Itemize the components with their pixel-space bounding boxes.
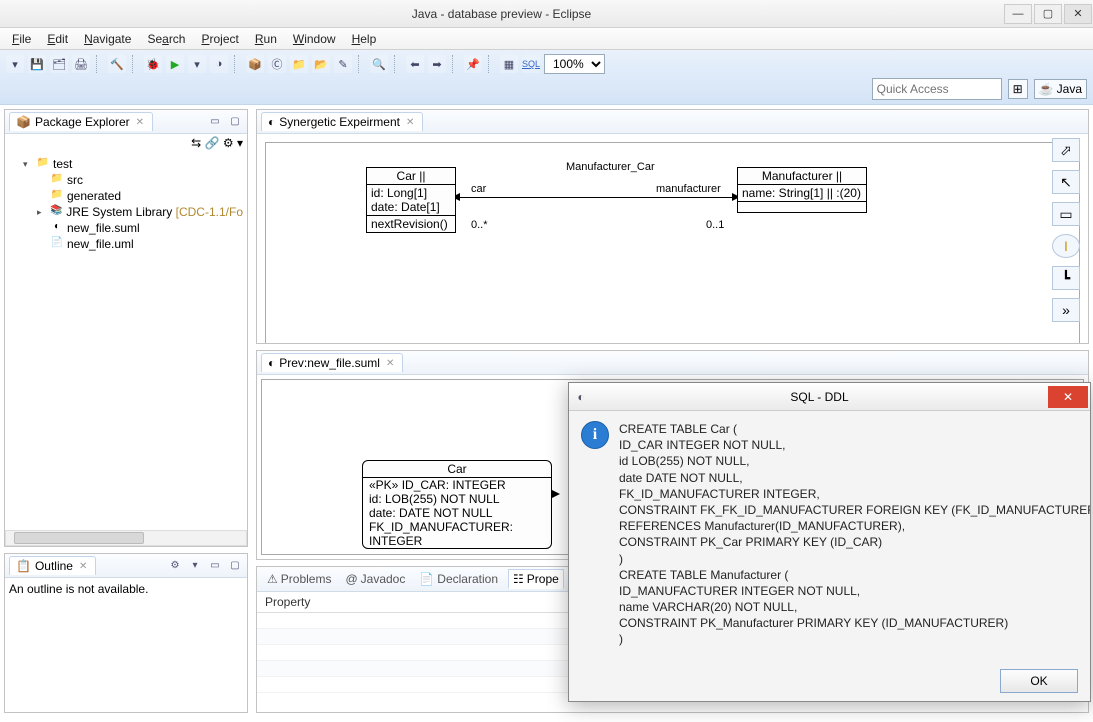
close-button[interactable]: ✕ — [1064, 4, 1092, 24]
newfolder-icon[interactable]: 📁 — [290, 55, 308, 73]
mult-left: 0..* — [471, 219, 488, 231]
minimize-button[interactable]: — — [1004, 4, 1032, 24]
outline-gear-icon[interactable]: ⚙ — [167, 559, 183, 573]
zoom-select[interactable]: 100% — [544, 54, 605, 74]
tree-item[interactable]: new_file.suml — [67, 221, 140, 235]
mult-right: 0..1 — [706, 219, 724, 231]
menu-file[interactable]: File — [6, 30, 37, 48]
library-icon: 📚 — [50, 205, 64, 219]
editor-tab-preview[interactable]: ◐ Prev:new_file.suml ✕ — [261, 353, 403, 372]
nav-back-icon[interactable]: ⬅ — [406, 55, 424, 73]
view-menu-icon[interactable]: ▾ — [237, 136, 243, 150]
save-icon[interactable]: 💾 — [28, 55, 46, 73]
pin-icon[interactable]: 📌 — [464, 55, 482, 73]
menubar: File Edit Navigate Search Project Run Wi… — [0, 28, 1093, 50]
minimize-view-icon[interactable]: ▭ — [207, 559, 223, 573]
palette-class-icon[interactable]: ▭ — [1052, 202, 1080, 226]
folder-icon: 📁 — [50, 189, 64, 203]
tree-item[interactable]: src — [67, 173, 83, 187]
search-icon[interactable]: 🔍 — [370, 55, 388, 73]
ok-button[interactable]: OK — [1000, 669, 1078, 693]
close-icon[interactable]: ✕ — [404, 117, 416, 128]
menu-window[interactable]: Window — [287, 30, 342, 48]
maximize-button[interactable]: ▢ — [1034, 4, 1062, 24]
print-icon[interactable]: 🖨 — [72, 55, 90, 73]
toolbar-band: ▾ 💾 🗂 🖨 🔨 🐞 ▶ ▾ ◑ 📦 Ⓒ 📁 📂 ✎ 🔍 ⬅ ➡ 📌 ▦ SQ… — [0, 50, 1093, 105]
palette-info-icon[interactable]: I — [1052, 234, 1080, 258]
menu-run[interactable]: Run — [249, 30, 283, 48]
dialog-title: SQL - DDL — [593, 390, 1046, 404]
palette-link-icon[interactable]: ┗ — [1052, 266, 1080, 290]
menu-navigate[interactable]: Navigate — [78, 30, 137, 48]
debug-icon[interactable]: 🐞 — [144, 55, 162, 73]
tree-item[interactable]: generated — [67, 189, 121, 203]
suml-icon: ◐ — [50, 221, 64, 235]
dialog-close-button[interactable]: ✕ — [1048, 386, 1088, 408]
view-menu-icon[interactable]: ▾ — [187, 559, 203, 573]
tab-problems[interactable]: ⚠ Problems — [263, 569, 335, 589]
quick-access-input[interactable] — [872, 78, 1002, 100]
minimize-view-icon[interactable]: ▭ — [207, 115, 223, 129]
new-icon[interactable]: ▾ — [6, 55, 24, 73]
edit-icon[interactable]: ✎ — [334, 55, 352, 73]
maximize-view-icon[interactable]: ▢ — [227, 115, 243, 129]
uml-class-manufacturer[interactable]: Manufacturer || name: String[1] || :(20) — [737, 167, 867, 213]
preview-table-car[interactable]: Car «PK» ID_CAR: INTEGER id: LOB(255) NO… — [362, 460, 552, 549]
saveall-icon[interactable]: 🗂 — [50, 55, 68, 73]
association-name: Manufacturer_Car — [566, 161, 655, 173]
uml-icon: 📄 — [50, 237, 64, 251]
tab-javadoc[interactable]: @ Javadoc — [341, 569, 409, 589]
tree-project[interactable]: test — [53, 157, 72, 171]
collapse-all-icon[interactable]: ⇆ — [191, 136, 201, 150]
filter-icon[interactable]: ⚙ — [223, 136, 234, 150]
close-icon[interactable]: ✕ — [384, 358, 396, 369]
horizontal-scrollbar[interactable] — [5, 530, 247, 546]
tab-properties[interactable]: ☷ Prope — [508, 569, 564, 589]
diagram-palette: ⬀ ↖ ▭ I ┗ » — [1046, 138, 1086, 322]
tree-item[interactable]: new_file.uml — [67, 237, 134, 251]
role-left: car — [471, 183, 486, 195]
grid-icon[interactable]: ▦ — [500, 55, 518, 73]
uml-class-car[interactable]: Car || id: Long[1] date: Date[1] nextRev… — [366, 167, 456, 233]
menu-help[interactable]: Help — [346, 30, 383, 48]
tab-declaration[interactable]: 📄 Declaration — [415, 569, 502, 589]
eclipse-icon: ◐ — [569, 390, 593, 404]
newclass-icon[interactable]: Ⓒ — [268, 55, 286, 73]
diagram-canvas[interactable]: Manufacturer_Car car manufacturer 0..* 0… — [257, 134, 1088, 343]
close-icon[interactable]: ✕ — [77, 561, 89, 572]
open-perspective-button[interactable]: ⊞ — [1008, 79, 1028, 99]
close-icon[interactable]: ✕ — [134, 117, 146, 128]
info-icon: i — [581, 421, 609, 449]
outline-empty-text: An outline is not available. — [9, 582, 148, 596]
newpkg-icon[interactable]: 📦 — [246, 55, 264, 73]
editor-tab-synergetic[interactable]: ◐ Synergetic Expeirment ✕ — [261, 112, 423, 131]
coverage-icon[interactable]: ◑ — [210, 55, 228, 73]
package-explorer-tree[interactable]: ▾📁test 📁src 📁generated ▸📚JRE System Libr… — [5, 152, 247, 530]
sql-icon[interactable]: SQL — [522, 55, 540, 73]
palette-select-icon[interactable]: ⬀ — [1052, 138, 1080, 162]
tree-item[interactable]: JRE System Library [CDC-1.1/Fo — [66, 205, 243, 219]
openfile-icon[interactable]: 📂 — [312, 55, 330, 73]
package-explorer-tab[interactable]: 📦 Package Explorer ✕ — [9, 112, 153, 131]
runlast-icon[interactable]: ▾ — [188, 55, 206, 73]
role-right: manufacturer — [656, 183, 721, 195]
window-title: Java - database preview - Eclipse — [0, 7, 1003, 21]
window-titlebar: Java - database preview - Eclipse — ▢ ✕ — [0, 0, 1093, 28]
link-editor-icon[interactable]: 🔗 — [205, 136, 220, 150]
folder-icon: 📁 — [50, 173, 64, 187]
nav-fwd-icon[interactable]: ➡ — [428, 55, 446, 73]
java-perspective-button[interactable]: ☕ Java — [1034, 79, 1087, 99]
palette-more-icon[interactable]: » — [1052, 298, 1080, 322]
menu-search[interactable]: Search — [141, 30, 191, 48]
maximize-view-icon[interactable]: ▢ — [227, 559, 243, 573]
menu-project[interactable]: Project — [195, 30, 244, 48]
menu-edit[interactable]: Edit — [41, 30, 74, 48]
palette-cursor-icon[interactable]: ↖ — [1052, 170, 1080, 194]
build-icon[interactable]: 🔨 — [108, 55, 126, 73]
sql-ddl-dialog: ◐ SQL - DDL ✕ i CREATE TABLE Car ( ID_CA… — [568, 382, 1091, 702]
outline-body: An outline is not available. — [5, 578, 247, 712]
sql-text: CREATE TABLE Car ( ID_CAR INTEGER NOT NU… — [619, 421, 1090, 651]
outline-tab[interactable]: 📋 Outline ✕ — [9, 556, 96, 575]
run-icon[interactable]: ▶ — [166, 55, 184, 73]
